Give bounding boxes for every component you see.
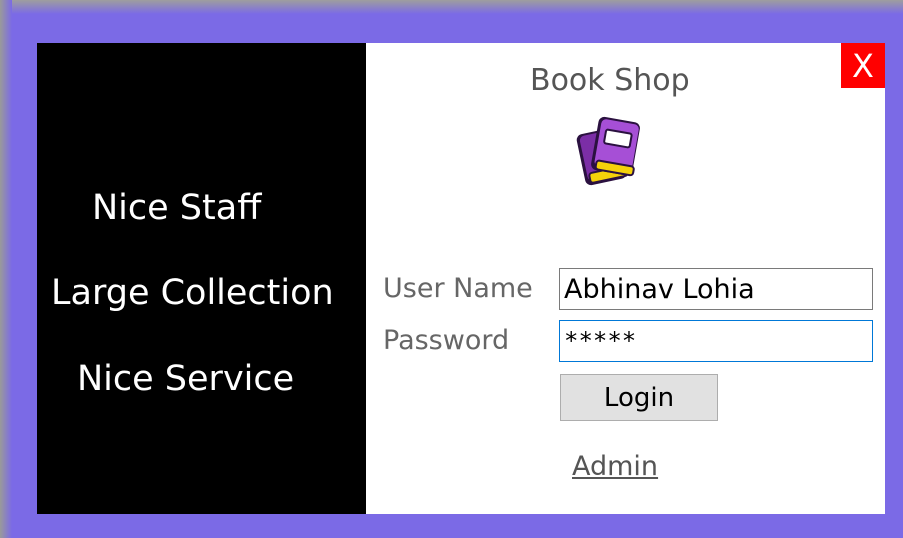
username-input[interactable]: [559, 268, 873, 310]
app-title: Book Shop: [530, 63, 690, 98]
password-input[interactable]: [559, 320, 873, 362]
book-icon: [576, 116, 640, 186]
username-label: User Name: [383, 273, 533, 304]
features-panel: Nice Staff Large Collection Nice Service: [37, 43, 366, 514]
admin-link[interactable]: Admin: [572, 451, 658, 482]
feature-nice-staff: Nice Staff: [92, 188, 262, 228]
login-window: Nice Staff Large Collection Nice Service…: [37, 43, 885, 514]
frame-left-shadow: [0, 0, 12, 538]
frame-top-shadow: [0, 0, 903, 14]
login-button[interactable]: Login: [560, 374, 718, 421]
password-label: Password: [383, 325, 510, 356]
feature-nice-service: Nice Service: [77, 359, 295, 399]
close-button[interactable]: X: [841, 43, 885, 88]
feature-large-collection: Large Collection: [51, 273, 334, 313]
